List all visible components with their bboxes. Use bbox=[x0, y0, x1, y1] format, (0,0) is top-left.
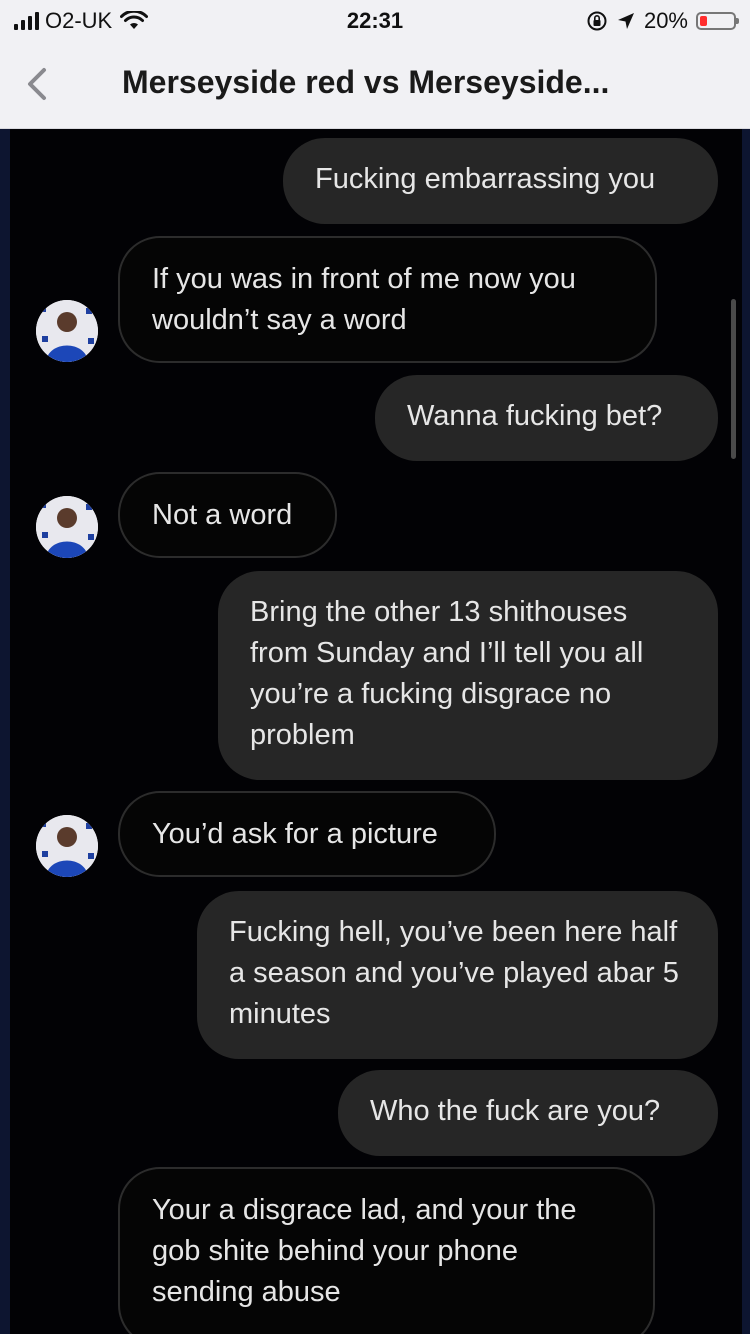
avatar[interactable] bbox=[36, 496, 98, 558]
conversation-title: Merseyside red vs Merseyside... bbox=[122, 64, 610, 100]
location-icon bbox=[617, 13, 634, 29]
message-bubble-incoming[interactable]: You’d ask for a picture bbox=[118, 791, 496, 877]
chat-thread[interactable]: Fucking embarrassing you If you was in f… bbox=[0, 129, 750, 1334]
left-edge bbox=[0, 129, 10, 1334]
scrollbar[interactable] bbox=[731, 299, 736, 459]
rotation-lock-icon bbox=[587, 11, 607, 31]
message-bubble-incoming[interactable]: Your a disgrace lad, and your the gob sh… bbox=[118, 1167, 655, 1334]
back-chevron-icon[interactable] bbox=[22, 64, 52, 104]
message-bubble-outgoing[interactable]: Wanna fucking bet? bbox=[375, 375, 718, 461]
avatar[interactable] bbox=[36, 815, 98, 877]
player-photo bbox=[36, 815, 98, 877]
message-bubble-incoming[interactable]: Not a word bbox=[118, 472, 337, 558]
right-edge bbox=[742, 129, 750, 1334]
message-bubble-outgoing[interactable]: Fucking hell, you’ve been here half a se… bbox=[197, 891, 718, 1059]
status-bar: O2-UK 22:31 20% bbox=[0, 0, 750, 42]
player-photo bbox=[36, 300, 98, 362]
player-photo bbox=[36, 496, 98, 558]
message-bubble-incoming[interactable]: If you was in front of me now you wouldn… bbox=[118, 236, 657, 363]
status-right: 20% bbox=[586, 8, 739, 34]
avatar[interactable] bbox=[36, 300, 98, 362]
message-bubble-outgoing[interactable]: Who the fuck are you? bbox=[338, 1070, 718, 1156]
message-bubble-outgoing[interactable]: Bring the other 13 shithouses from Sunda… bbox=[218, 571, 718, 780]
battery-icon bbox=[696, 12, 739, 30]
nav-bar: Merseyside red vs Merseyside... bbox=[0, 42, 750, 129]
battery-percent: 20% bbox=[643, 8, 688, 33]
message-bubble-outgoing[interactable]: Fucking embarrassing you bbox=[283, 138, 718, 224]
